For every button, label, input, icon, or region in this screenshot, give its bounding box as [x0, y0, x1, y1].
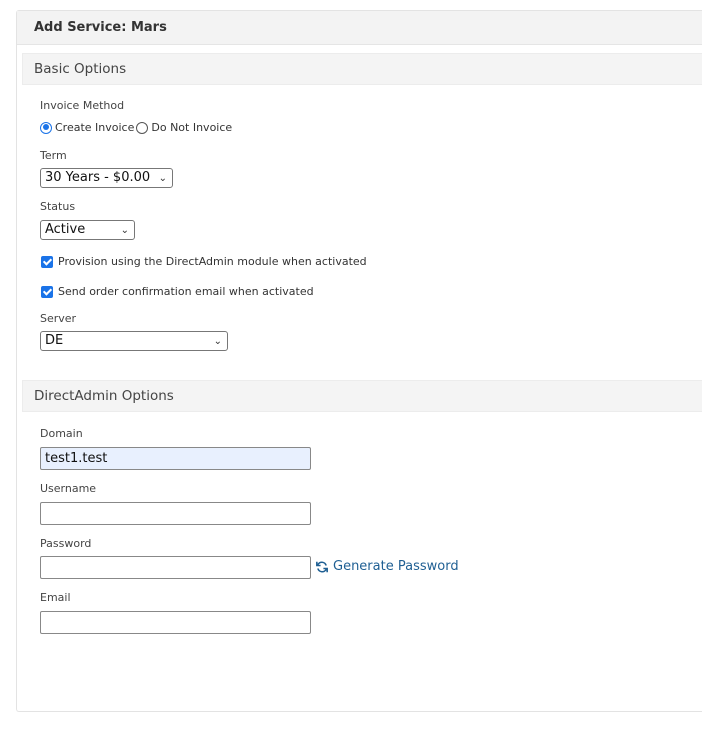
password-input[interactable] — [40, 556, 311, 579]
chevron-down-icon: ⌄ — [158, 173, 167, 184]
refresh-icon — [316, 561, 328, 572]
panel-title: Add Service: Mars — [17, 11, 702, 45]
status-select[interactable]: Active ⌄ — [40, 220, 135, 240]
server-select[interactable]: DE ⌄ — [40, 331, 228, 351]
invoice-method-label: Invoice Method — [40, 99, 125, 112]
password-label: Password — [40, 537, 92, 550]
directadmin-options-header: DirectAdmin Options — [22, 380, 702, 412]
term-label: Term — [40, 149, 67, 162]
send-email-label: Send order confirmation email when activ… — [58, 285, 314, 298]
term-select[interactable]: 30 Years - $0.00 ⌄ — [40, 168, 173, 188]
send-email-option: Send order confirmation email when activ… — [41, 285, 314, 298]
add-service-panel: Add Service: Mars Basic Options Invoice … — [16, 10, 702, 712]
generate-password-link[interactable]: Generate Password — [315, 559, 459, 574]
server-label: Server — [40, 312, 77, 325]
create-invoice-radio[interactable] — [40, 121, 52, 134]
domain-input[interactable] — [40, 447, 311, 470]
username-input[interactable] — [40, 502, 311, 525]
chevron-down-icon: ⌄ — [120, 225, 129, 236]
status-label: Status — [40, 200, 76, 213]
email-input[interactable] — [40, 611, 311, 634]
username-label: Username — [40, 482, 97, 495]
domain-label: Domain — [40, 427, 83, 440]
server-value: DE — [45, 333, 64, 348]
chevron-down-icon: ⌄ — [213, 336, 222, 347]
generate-password-label: Generate Password — [333, 559, 459, 574]
send-email-checkbox[interactable] — [41, 285, 53, 298]
provision-label: Provision using the DirectAdmin module w… — [58, 255, 367, 268]
status-value: Active — [45, 222, 86, 237]
email-label: Email — [40, 591, 71, 604]
provision-checkbox[interactable] — [41, 255, 53, 268]
term-value: 30 Years - $0.00 — [45, 170, 151, 185]
provision-option: Provision using the DirectAdmin module w… — [41, 255, 367, 268]
invoice-method-group: Create Invoice Do Not Invoice — [40, 121, 232, 134]
do-not-invoice-label: Do Not Invoice — [151, 121, 233, 134]
basic-options-header: Basic Options — [22, 53, 702, 85]
do-not-invoice-radio[interactable] — [136, 121, 149, 134]
create-invoice-label: Create Invoice — [55, 121, 135, 134]
